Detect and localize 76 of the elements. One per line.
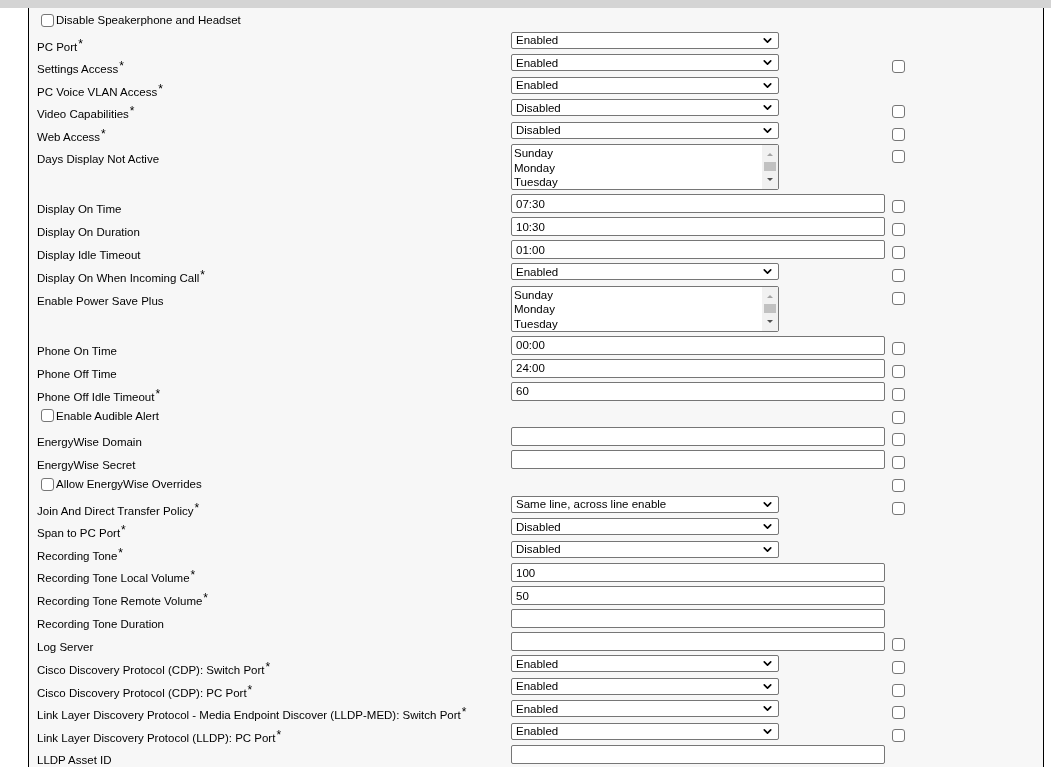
input-field[interactable] [511, 632, 885, 651]
scrollbar-drawing[interactable] [762, 286, 778, 331]
checkbox[interactable] [41, 477, 54, 491]
override-checkbox[interactable] [892, 246, 905, 259]
checkbox-label: Enable Audible Alert [56, 408, 159, 423]
dropdown[interactable]: Enabled [511, 722, 779, 740]
checkbox[interactable] [41, 409, 54, 422]
field-label: EnergyWise Domain [37, 436, 142, 448]
field-label: EnergyWise Secret [37, 459, 136, 471]
list-option[interactable]: Sunday [514, 287, 762, 302]
dropdown[interactable]: Enabled [511, 655, 779, 672]
field-label: Log Server [37, 641, 94, 653]
override-checkbox[interactable] [892, 291, 905, 305]
override-checkbox[interactable] [892, 364, 905, 378]
override-checkbox[interactable] [892, 706, 905, 719]
override-checkbox[interactable] [892, 387, 905, 401]
dropdown[interactable]: Same line, across line enable [511, 495, 779, 513]
field-label: Days Display Not Active [37, 153, 160, 165]
override-checkbox[interactable] [892, 638, 905, 651]
input-field[interactable] [511, 609, 885, 628]
list-box[interactable]: Sunday Monday Tuesday [511, 285, 779, 332]
checkbox[interactable] [41, 13, 54, 27]
input-field[interactable]: 07:30 [511, 194, 885, 213]
override-checkbox[interactable] [892, 410, 905, 424]
dropdown[interactable]: Disabled [511, 121, 779, 139]
field-label: Enable Power Save Plus [37, 294, 164, 307]
dropdown[interactable]: Disabled [511, 518, 779, 535]
input-field[interactable]: 01:00 [511, 240, 885, 259]
list-option[interactable]: Tuesday [514, 316, 762, 331]
override-checkbox[interactable] [892, 105, 905, 118]
field-label: Display Idle Timeout [37, 249, 141, 261]
list-option[interactable]: Monday [514, 302, 762, 317]
input-field[interactable] [511, 745, 885, 764]
input-field[interactable]: 00:00 [511, 335, 885, 355]
input-field[interactable] [511, 427, 885, 446]
override-checkbox[interactable] [892, 223, 905, 236]
input-field[interactable]: 24:00 [511, 358, 885, 378]
field-label: Recording Tone Duration [37, 618, 164, 630]
override-checkbox[interactable] [892, 501, 905, 515]
field-label: LLDP Asset ID [37, 754, 112, 766]
input-field[interactable]: 100 [511, 563, 885, 582]
list-option[interactable]: Monday [514, 160, 762, 175]
field-label: Phone Off Time [37, 367, 117, 380]
override-checkbox[interactable] [892, 127, 905, 141]
list-box[interactable]: Sunday Monday Tuesday [511, 144, 779, 190]
field-label: Display On Duration [37, 226, 140, 238]
dropdown[interactable]: Enabled [511, 76, 779, 94]
override-checkbox[interactable] [892, 60, 905, 73]
field-label: Phone On Time [37, 344, 117, 357]
override-checkbox[interactable] [892, 200, 905, 213]
dropdown[interactable]: Disabled [511, 540, 779, 558]
dropdown[interactable]: Enabled [511, 263, 779, 280]
override-checkbox[interactable] [892, 150, 905, 163]
checkbox-label: Allow EnergyWise Overrides [56, 477, 202, 491]
input-field[interactable]: 10:30 [511, 217, 885, 236]
list-option[interactable]: Sunday [514, 146, 762, 161]
override-checkbox[interactable] [892, 728, 905, 742]
dropdown[interactable]: Enabled [511, 54, 779, 71]
input-field[interactable]: 60 [511, 381, 885, 401]
dropdown[interactable]: Enabled [511, 677, 779, 695]
override-checkbox[interactable] [892, 683, 905, 697]
override-checkbox[interactable] [892, 456, 905, 469]
override-checkbox[interactable] [892, 341, 905, 355]
checkbox-label: Disable Speakerphone and Headset [56, 13, 241, 27]
scrollbar-drawing[interactable] [762, 145, 778, 189]
dropdown[interactable]: Enabled [511, 31, 779, 49]
override-checkbox[interactable] [892, 661, 905, 674]
input-field[interactable] [511, 450, 885, 469]
override-checkbox[interactable] [892, 433, 905, 446]
field-label: Display On Time [37, 203, 122, 215]
dropdown[interactable]: Disabled [511, 99, 779, 116]
list-option[interactable]: Tuesday [514, 175, 762, 190]
override-checkbox[interactable] [892, 269, 905, 282]
dropdown[interactable]: Enabled [511, 700, 779, 717]
override-checkbox[interactable] [892, 479, 905, 492]
input-field[interactable]: 50 [511, 586, 885, 605]
